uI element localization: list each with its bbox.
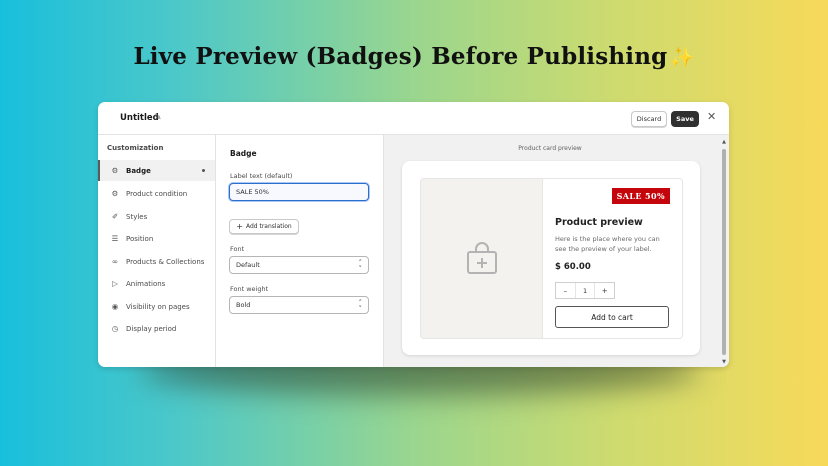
play-icon: ▷ (112, 279, 118, 288)
shopping-bag-icon (467, 242, 497, 274)
sidebar-item-badge[interactable]: ⚙ Badge (98, 160, 215, 181)
font-weight-label: Font weight (230, 285, 269, 293)
font-weight-select[interactable]: Bold ˄ ˅ (229, 296, 369, 314)
add-to-cart-button[interactable]: Add to cart (555, 306, 669, 328)
sidebar-item-styles[interactable]: ✐ Styles (98, 206, 215, 227)
preview-caption: Product card preview (518, 145, 582, 152)
chevron-updown-icon: ˄ ˅ (358, 299, 363, 313)
sidebar-item-label: Visibility on pages (126, 302, 190, 311)
scroll-up-icon[interactable]: ▲ (722, 139, 726, 145)
sidebar-item-animations[interactable]: ▷ Animations (98, 273, 215, 294)
document-title: Untitled (120, 113, 159, 123)
sidebar-item-label: Display period (126, 324, 177, 333)
product-price: $ 60.00 (555, 262, 591, 272)
font-select[interactable]: Default ˄ ˅ (229, 256, 369, 274)
quantity-stepper: – 1 + (555, 282, 615, 299)
sparkles-icon: ✨ (669, 45, 695, 69)
sidebar: Customization ⚙ Badge ⚙ Product conditio… (98, 135, 216, 367)
sidebar-item-display-period[interactable]: ◷ Display period (98, 318, 215, 339)
add-translation-button[interactable]: + Add translation (229, 219, 299, 234)
sidebar-item-label: Position (126, 234, 154, 243)
product-name: Product preview (555, 217, 643, 228)
scrollbar-thumb[interactable] (722, 149, 726, 355)
scroll-down-icon[interactable]: ▼ (722, 359, 726, 365)
sidebar-item-position[interactable]: ☰ Position (98, 228, 215, 249)
layout-icon: ☰ (111, 234, 119, 243)
chevron-updown-icon: ˄ ˅ (358, 259, 363, 273)
font-select-value: Default (236, 261, 260, 269)
close-icon[interactable]: ✕ (707, 110, 716, 123)
badge-icon: ⚙ (111, 166, 119, 175)
sidebar-item-label: Styles (126, 212, 148, 221)
link-icon: ∞ (111, 257, 119, 266)
sidebar-item-label: Products & Collections (126, 257, 205, 266)
sale-badge: SALE 50% (611, 188, 670, 204)
eye-icon: ◉ (111, 302, 119, 311)
top-bar: Untitled ✎ Discard Save ✕ (98, 102, 729, 135)
product-card: SALE 50% Product preview Here is the pla… (402, 161, 700, 355)
save-button[interactable]: Save (671, 111, 699, 127)
add-translation-label: Add translation (245, 223, 292, 230)
headline: Live Preview (Badges) Before Publishing ✨ (0, 43, 828, 70)
headline-text: Live Preview (Badges) Before Publishing (133, 43, 668, 70)
editor-window: Untitled ✎ Discard Save ✕ Customization … (98, 102, 729, 367)
product-info: SALE 50% Product preview Here is the pla… (543, 178, 683, 339)
sidebar-item-label: Product condition (126, 189, 188, 198)
sidebar-item-product-condition[interactable]: ⚙ Product condition (98, 183, 215, 204)
form-title: Badge (230, 149, 257, 158)
sidebar-item-label: Badge (126, 166, 151, 175)
sidebar-item-label: Animations (126, 279, 166, 288)
qty-minus-button[interactable]: – (556, 283, 575, 298)
sidebar-header: Customization (107, 144, 164, 152)
qty-value[interactable]: 1 (574, 283, 596, 298)
preview-area: Product card preview SALE 50% Product pr… (384, 135, 729, 367)
sidebar-item-visibility[interactable]: ◉ Visibility on pages (98, 296, 215, 317)
product-image-placeholder (420, 178, 543, 339)
sidebar-item-products-collections[interactable]: ∞ Products & Collections (98, 251, 215, 272)
font-label: Font (230, 245, 245, 253)
font-weight-select-value: Bold (236, 301, 251, 309)
product-description: Here is the place where you can see the … (555, 235, 660, 253)
clock-icon: ◷ (111, 324, 119, 333)
plus-icon: + (236, 222, 243, 231)
qty-plus-button[interactable]: + (595, 283, 614, 298)
product-condition-icon: ⚙ (111, 189, 119, 198)
active-dot-icon (202, 169, 205, 172)
brush-icon: ✐ (111, 212, 119, 221)
badge-form: Badge Label text (default) SALE 50% + Ad… (216, 135, 384, 367)
label-text-label: Label text (default) (230, 172, 293, 180)
discard-button[interactable]: Discard (631, 111, 667, 127)
label-text-input[interactable]: SALE 50% (229, 183, 369, 201)
pencil-icon[interactable]: ✎ (154, 113, 162, 123)
